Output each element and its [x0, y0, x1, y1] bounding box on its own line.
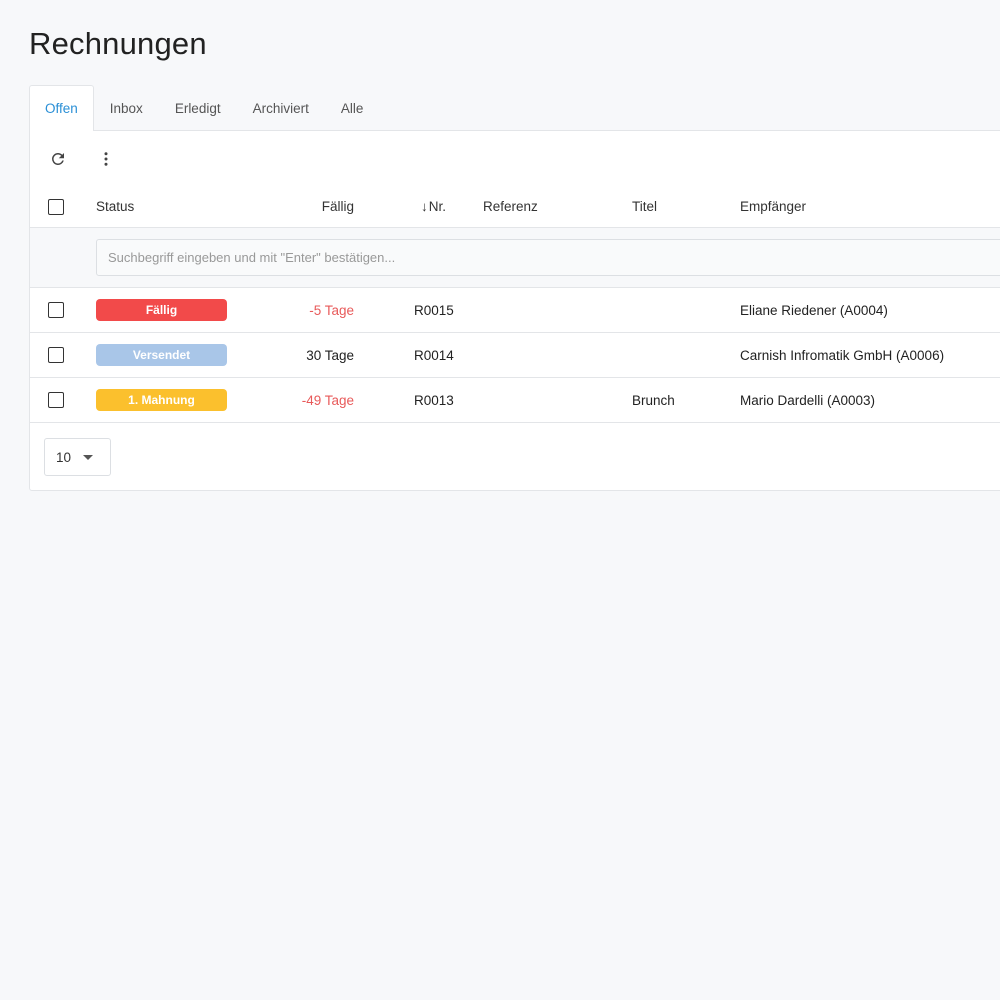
column-header-referenz[interactable]: Referenz	[483, 186, 538, 227]
column-header-titel[interactable]: Titel	[632, 186, 657, 227]
more-vertical-icon	[104, 152, 108, 166]
invoice-number-cell: R0014	[414, 347, 454, 363]
select-all-cell	[48, 186, 64, 227]
search-input[interactable]	[96, 239, 1000, 276]
invoice-number-cell: R0015	[414, 302, 454, 318]
tab-inbox[interactable]: Inbox	[94, 85, 159, 131]
filter-row	[30, 228, 1000, 288]
column-header-nr[interactable]: ↓ Nr.	[421, 186, 446, 227]
due-cell: -5 Tage	[309, 302, 354, 318]
due-cell: 30 Tage	[306, 347, 354, 363]
sort-descending-icon: ↓	[421, 199, 428, 214]
invoices-card: Status Fällig ↓ Nr. Referenz Titel Empfä…	[29, 130, 1000, 491]
page-size-select[interactable]: 10	[44, 438, 111, 476]
caret-down-icon	[83, 455, 93, 460]
status-badge: 1. Mahnung	[96, 389, 227, 411]
row-checkbox[interactable]	[48, 347, 64, 363]
column-header-status[interactable]: Status	[96, 186, 134, 227]
column-header-empfaenger[interactable]: Empfänger	[740, 186, 806, 227]
recipient-cell: Carnish Infromatik GmbH (A0006)	[740, 347, 945, 363]
due-cell: -49 Tage	[301, 392, 354, 408]
tab-offen[interactable]: Offen	[29, 85, 94, 131]
column-header-faellig[interactable]: Fällig	[270, 186, 354, 227]
invoice-number-cell: R0013	[414, 392, 454, 408]
status-badge: Fällig	[96, 299, 227, 321]
recipient-cell: Eliane Riedener (A0004)	[740, 302, 888, 318]
tab-bar: Offen Inbox Erledigt Archiviert Alle	[29, 85, 379, 131]
refresh-button[interactable]	[45, 146, 71, 172]
title-cell: Brunch	[632, 392, 675, 408]
refresh-icon	[52, 153, 64, 165]
toolbar	[30, 131, 1000, 186]
status-badge: Versendet	[96, 344, 227, 366]
table-header: Status Fällig ↓ Nr. Referenz Titel Empfä…	[30, 186, 1000, 228]
page-size-value: 10	[56, 449, 72, 465]
recipient-cell: Mario Dardelli (A0003)	[740, 392, 876, 408]
table-row[interactable]: Versendet 30 Tage R0014 Carnish Infromat…	[30, 333, 1000, 378]
page-title: Rechnungen	[29, 26, 207, 61]
column-header-nr-label: Nr.	[428, 199, 447, 214]
row-checkbox[interactable]	[48, 302, 64, 318]
select-all-checkbox[interactable]	[48, 198, 64, 215]
table-row[interactable]: Fällig -5 Tage R0015 Eliane Riedener (A0…	[30, 288, 1000, 333]
tab-alle[interactable]: Alle	[325, 85, 380, 131]
table-row[interactable]: 1. Mahnung -49 Tage R0013 Brunch Mario D…	[30, 378, 1000, 423]
row-checkbox[interactable]	[48, 392, 64, 408]
more-options-button[interactable]	[93, 146, 119, 172]
tab-erledigt[interactable]: Erledigt	[159, 85, 237, 131]
tab-archiviert[interactable]: Archiviert	[237, 85, 325, 131]
